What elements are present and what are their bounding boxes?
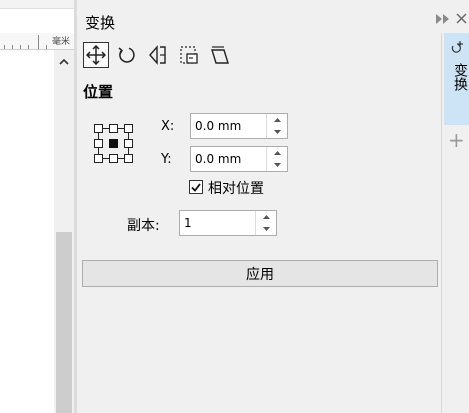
up-arrow-icon — [273, 118, 281, 122]
x-position-value[interactable]: 0.0 mm — [195, 119, 241, 133]
apply-button[interactable]: 应用 — [82, 260, 438, 287]
transform-docker: 变换 位置 X: 0.0 mm Y: 0.0 mm 相对位置 副本: 1 应用 — [77, 8, 467, 413]
y-label: Y: — [161, 152, 172, 167]
position-tool-button[interactable] — [83, 42, 109, 68]
skew-tool-icon — [211, 46, 229, 64]
anchor-bottom-left[interactable] — [94, 154, 103, 163]
x-label: X: — [161, 119, 175, 134]
skew-tool-button[interactable] — [207, 42, 233, 68]
relative-position-label[interactable]: 相对位置 — [208, 178, 264, 198]
ruler-tick — [38, 35, 39, 49]
y-position-input[interactable]: 0.0 mm — [190, 146, 288, 172]
scroll-thumb[interactable] — [56, 232, 72, 413]
y-decrement[interactable] — [267, 159, 287, 171]
y-spin-buttons[interactable] — [266, 147, 287, 171]
copies-decrement[interactable] — [256, 223, 276, 235]
ruler-tick — [28, 45, 29, 49]
anchor-point-selector[interactable] — [94, 124, 134, 164]
anchor-top-center[interactable] — [109, 124, 118, 133]
canvas-top-strip — [0, 0, 74, 9]
anchor-center-selected[interactable] — [109, 139, 118, 148]
ruler-tick — [12, 45, 13, 49]
copies-increment[interactable] — [256, 211, 276, 223]
up-arrow-icon — [273, 151, 281, 155]
copies-label: 副本: — [127, 218, 160, 234]
vertical-scrollbar[interactable] — [54, 50, 74, 413]
collapse-arrows-icon[interactable] — [436, 13, 450, 24]
down-arrow-icon — [273, 163, 281, 167]
up-arrow-icon — [262, 215, 270, 219]
ruler-tick — [20, 45, 21, 49]
transform-tab-icon — [451, 41, 463, 53]
scale-mirror-tool-button[interactable] — [145, 42, 171, 68]
ruler-unit-label: 毫米 — [52, 37, 71, 47]
scroll-up-button[interactable] — [54, 50, 74, 72]
size-tool-button[interactable] — [176, 42, 202, 68]
tab-transform-label: 变换 — [452, 63, 468, 91]
copies-value[interactable]: 1 — [184, 216, 192, 230]
relative-position-checkbox[interactable] — [189, 180, 203, 194]
anchor-top-left[interactable] — [94, 124, 103, 133]
down-arrow-icon — [273, 130, 281, 134]
rotate-tool-icon — [118, 47, 135, 63]
docker-tab-strip: 变换 + — [441, 33, 469, 413]
docker-title: 变换 — [85, 14, 116, 32]
y-increment[interactable] — [267, 147, 287, 159]
copies-input[interactable]: 1 — [179, 210, 277, 236]
tab-transform[interactable]: 变换 — [444, 33, 469, 125]
horizontal-ruler: 毫米 — [0, 33, 74, 50]
drawing-canvas[interactable]: 毫米 — [0, 0, 74, 413]
down-arrow-icon — [262, 227, 270, 231]
ruler-tick — [46, 45, 47, 49]
close-icon[interactable] — [456, 13, 467, 24]
anchor-top-right[interactable] — [124, 124, 133, 133]
anchor-bottom-center[interactable] — [109, 154, 118, 163]
add-docker-icon[interactable]: + — [448, 128, 465, 152]
move-tool-icon — [86, 45, 106, 65]
rotate-tool-button[interactable] — [114, 42, 140, 68]
anchor-middle-left[interactable] — [94, 139, 103, 148]
transform-toolbar — [83, 42, 233, 68]
chevron-up-icon — [59, 58, 69, 65]
x-decrement[interactable] — [267, 126, 287, 138]
ruler-tick — [4, 45, 5, 49]
copies-spin-buttons[interactable] — [255, 211, 276, 235]
checkmark-icon — [191, 182, 201, 192]
y-position-value[interactable]: 0.0 mm — [195, 152, 241, 166]
position-section-title: 位置 — [83, 83, 114, 101]
docker-title-buttons — [436, 13, 467, 24]
anchor-bottom-right[interactable] — [124, 154, 133, 163]
x-spin-buttons[interactable] — [266, 114, 287, 138]
scale-mirror-tool-icon — [149, 45, 166, 65]
x-increment[interactable] — [267, 114, 287, 126]
x-position-input[interactable]: 0.0 mm — [190, 113, 288, 139]
anchor-middle-right[interactable] — [124, 139, 133, 148]
size-tool-icon — [180, 46, 198, 64]
